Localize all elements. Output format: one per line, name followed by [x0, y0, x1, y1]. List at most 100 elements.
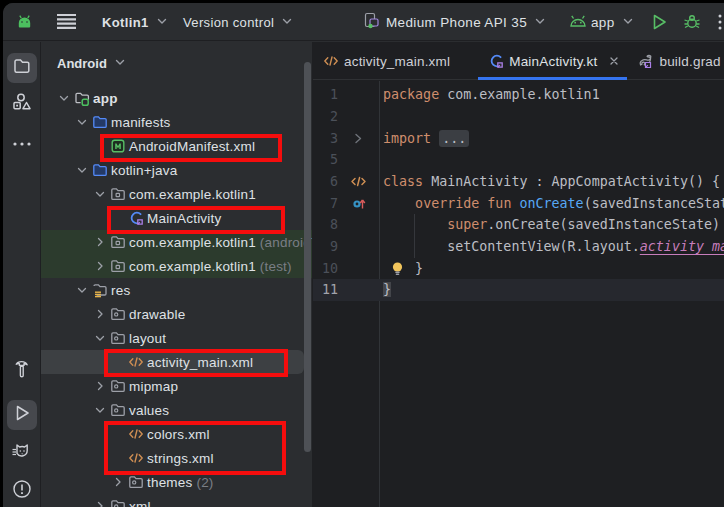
sub-folder-icon — [128, 474, 144, 490]
tree-item-androidmanifest-xml[interactable]: AndroidManifest.xml — [41, 134, 312, 158]
project-view-selector[interactable]: Android — [57, 52, 126, 74]
tree-item-themes[interactable]: themes (2) — [41, 470, 312, 494]
android-studio-window: Kotlin1 Version control Medium Phone API… — [3, 3, 724, 507]
tool-window-button-problems[interactable] — [7, 476, 37, 506]
fold-arrow-icon[interactable] — [350, 130, 367, 147]
code-line-5: 5 — [313, 149, 724, 171]
code-text: package com.example.kotlin1 — [383, 84, 600, 106]
project-view-label: Android — [57, 56, 107, 71]
chevron-down-icon — [534, 15, 546, 30]
tool-window-button-run[interactable] — [7, 400, 37, 430]
tree-item-colors-xml[interactable]: colors.xml — [41, 422, 312, 446]
tree-item-mipmap[interactable]: mipmap — [41, 374, 312, 398]
module-folder-icon — [74, 90, 90, 106]
tree-item-label: layout — [129, 331, 166, 346]
more-kebab-icon[interactable] — [717, 12, 724, 32]
editor-tab-build-grad[interactable]: build.grad — [629, 42, 724, 80]
tool-window-button-build[interactable] — [7, 356, 37, 386]
device-selector[interactable]: Medium Phone API 35 — [363, 3, 546, 41]
tab-label: build.grad — [659, 54, 720, 69]
code-line-8: 8 super.onCreate(savedInstanceState) — [313, 214, 724, 236]
chevron-collapsed-icon[interactable] — [92, 498, 108, 507]
project-selector[interactable]: Kotlin1 — [102, 3, 168, 41]
tree-item-label: app — [93, 91, 118, 106]
tree-item-mainactivity[interactable]: MainActivity — [41, 206, 312, 230]
tool-window-stripe — [3, 42, 41, 507]
run-configuration-label: app — [591, 15, 615, 30]
code-text: } — [383, 279, 391, 301]
xml-file-icon — [323, 53, 339, 69]
blue-folder-icon — [92, 114, 108, 130]
chevron-expanded-icon[interactable] — [56, 90, 72, 106]
tree-item-kotlin-java[interactable]: kotlin+java — [41, 158, 312, 182]
tree-item-label: colors.xml — [147, 427, 210, 442]
tree-item-values[interactable]: values — [41, 398, 312, 422]
package-icon — [110, 234, 126, 250]
tree-item-app[interactable]: app — [41, 86, 312, 110]
vcs-selector[interactable]: Version control — [183, 3, 293, 41]
tree-item-drawable[interactable]: drawable — [41, 302, 312, 326]
line-number: 9 — [313, 236, 338, 258]
manifest-file-icon — [110, 138, 126, 154]
gradle-icon — [637, 53, 654, 69]
code-line-2: 2 — [313, 106, 724, 128]
main-menu-icon[interactable] — [56, 12, 77, 31]
tree-item-label: AndroidManifest.xml — [129, 139, 255, 154]
tree-item-layout[interactable]: layout — [41, 326, 312, 350]
tool-window-button-more-tool-windows[interactable] — [7, 131, 37, 161]
chevron-expanded-icon[interactable] — [74, 282, 90, 298]
chevron-expanded-icon[interactable] — [74, 162, 90, 178]
tree-item-strings-xml[interactable]: strings.xml — [41, 446, 312, 470]
chevron-down-icon — [114, 56, 126, 71]
more-tool-windows-icon — [11, 133, 33, 159]
code-line-7: 7 override fun onCreate(savedInstanceSta… — [313, 193, 724, 215]
tree-item-activity-main-xml[interactable]: activity_main.xml — [41, 350, 312, 374]
tree-item-com-example-kotlin1[interactable]: com.example.kotlin1 (androidTest) — [41, 230, 312, 254]
code-line-3: 3import ... — [313, 128, 724, 150]
chevron-collapsed-icon[interactable] — [92, 258, 108, 274]
tab-label: MainActivity.kt — [509, 54, 597, 69]
chevron-collapsed-icon[interactable] — [92, 306, 108, 322]
chevron-expanded-icon[interactable] — [92, 330, 108, 346]
tree-item-xml[interactable]: xml — [41, 494, 312, 507]
project-tree-scrollbar[interactable] — [304, 62, 311, 452]
run-button[interactable] — [649, 12, 669, 32]
tree-item-suffix: (test) — [256, 259, 292, 274]
tree-item-com-example-kotlin1[interactable]: com.example.kotlin1 — [41, 182, 312, 206]
tree-item-label: manifests — [111, 115, 171, 130]
project-selector-label: Kotlin1 — [102, 15, 149, 30]
run-icon — [11, 402, 33, 428]
chevron-expanded-icon[interactable] — [92, 186, 108, 202]
tree-item-res[interactable]: res — [41, 278, 312, 302]
tool-window-button-resource-manager[interactable] — [7, 89, 37, 119]
debug-button[interactable] — [682, 12, 702, 32]
chevron-expanded-icon[interactable] — [92, 402, 108, 418]
project-icon — [12, 56, 32, 80]
code-text: override fun onCreate(savedInstanceState — [383, 193, 724, 215]
tool-window-button-project[interactable] — [7, 53, 37, 83]
chevron-expanded-icon[interactable] — [74, 114, 90, 130]
tree-item-label: res — [111, 283, 130, 298]
xml-file-icon — [128, 354, 144, 370]
tab-close-icon[interactable] — [607, 54, 621, 68]
xml-related-icon — [350, 173, 367, 190]
tree-item-label: xml — [129, 499, 151, 507]
tree-item-manifests[interactable]: manifests — [41, 110, 312, 134]
sub-folder-icon — [110, 402, 126, 418]
build-icon — [11, 358, 33, 384]
run-configuration-selector[interactable]: app — [568, 3, 634, 41]
tree-item-suffix: (2) — [192, 475, 213, 490]
chevron-collapsed-icon[interactable] — [92, 234, 108, 250]
xml-file-icon — [128, 450, 144, 466]
chevron-collapsed-icon[interactable] — [110, 474, 126, 490]
code-editor[interactable]: 1package com.example.kotlin123import ...… — [313, 81, 724, 507]
chevron-collapsed-icon[interactable] — [92, 378, 108, 394]
tree-item-com-example-kotlin1[interactable]: com.example.kotlin1 (test) — [41, 254, 312, 278]
tool-window-button-logcat[interactable] — [7, 438, 37, 468]
title-bar: Kotlin1 Version control Medium Phone API… — [3, 3, 724, 41]
editor-tab-mainactivity-kt[interactable]: MainActivity.kt — [476, 42, 629, 80]
tree-item-label: kotlin+java — [111, 163, 177, 178]
editor-tab-activity-main-xml[interactable]: activity_main.xml — [313, 42, 476, 80]
resource-manager-icon — [11, 91, 33, 117]
chevron-down-icon — [281, 15, 293, 30]
